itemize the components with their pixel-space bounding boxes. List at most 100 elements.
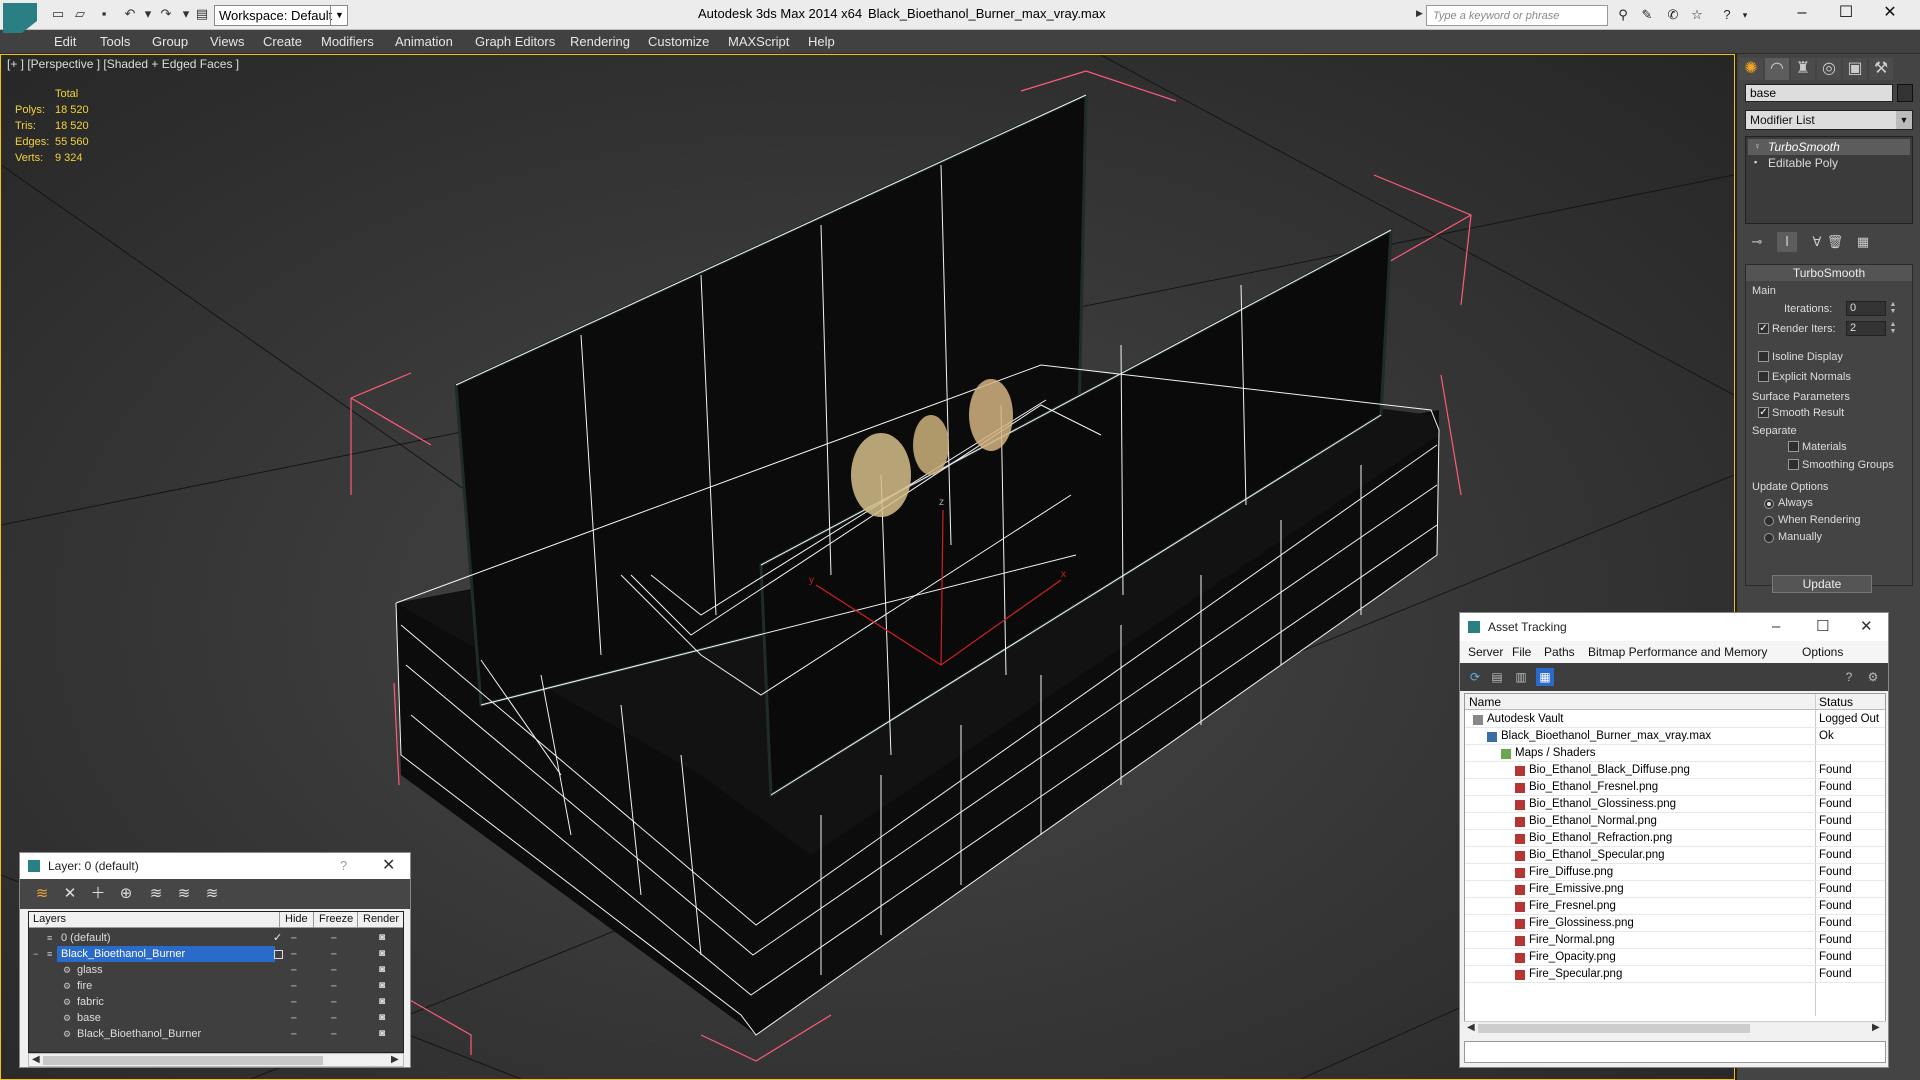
render-toggle-icon[interactable]: ◙ <box>379 962 385 978</box>
render-toggle-icon[interactable]: ◙ <box>379 930 385 946</box>
menu-bitmap-performance[interactable]: Bitmap Performance and Memory <box>1588 645 1767 659</box>
lightbulb-icon[interactable]: ♀ <box>1754 142 1762 151</box>
remove-modifier-icon[interactable]: 🗑 <box>1825 232 1845 252</box>
hide-toggle-icon[interactable]: ━ <box>291 962 296 978</box>
asset-row[interactable]: Fire_Opacity.png Found <box>1465 949 1885 966</box>
freeze-toggle-icon[interactable]: ━ <box>331 962 336 978</box>
when-rendering-radio[interactable] <box>1764 516 1774 526</box>
render-toggle-icon[interactable]: ◙ <box>379 978 385 994</box>
select-in-layer-icon[interactable]: ⊕ <box>116 884 136 904</box>
help-icon[interactable]: ? <box>340 853 347 879</box>
binoculars-icon[interactable]: ⚲ <box>1614 7 1632 23</box>
workspace-select[interactable]: Workspace: Default <box>214 5 348 26</box>
asset-row[interactable]: Bio_Ethanol_Black_Diffuse.png Found <box>1465 762 1885 779</box>
spinner-arrows-icon[interactable]: ▲ ▼ <box>1888 321 1898 336</box>
freeze-toggle-icon[interactable]: ━ <box>331 1010 336 1026</box>
asset-status-field[interactable] <box>1464 1041 1886 1063</box>
configure-sets-icon[interactable]: ▦ <box>1853 232 1873 252</box>
help-icon[interactable]: ? <box>1840 668 1858 686</box>
asset-row[interactable]: Bio_Ethanol_Glossiness.png Found <box>1465 796 1885 813</box>
delete-layer-icon[interactable]: ✕ <box>60 884 80 904</box>
asset-row[interactable]: Black_Bioethanol_Burner_max_vray.max Ok <box>1465 728 1885 745</box>
asset-row[interactable]: Maps / Shaders <box>1465 745 1885 762</box>
communication-icon[interactable]: ✆ <box>1664 7 1682 23</box>
undo-icon[interactable]: ↶ <box>122 7 138 21</box>
layer-row[interactable]: ⚙ fabric ━ ━ ◙ <box>29 994 403 1010</box>
column-name[interactable]: Name <box>1469 695 1501 709</box>
hide-toggle-icon[interactable]: ━ <box>291 930 296 946</box>
asset-row[interactable]: Autodesk Vault Logged Out <box>1465 711 1885 728</box>
hide-toggle-icon[interactable]: ━ <box>291 946 296 962</box>
settings-icon[interactable]: ⚙ <box>1864 668 1882 686</box>
show-end-result-icon[interactable]: Ⅰ <box>1777 232 1797 252</box>
pin-stack-icon[interactable]: ⊸ <box>1747 232 1767 252</box>
isoline-display-checkbox[interactable] <box>1758 351 1769 362</box>
add-to-layer-icon[interactable]: ＋ <box>88 884 108 904</box>
new-file-icon[interactable]: ▭ <box>50 7 66 21</box>
spinner-arrows-icon[interactable]: ▲ ▼ <box>1888 301 1898 316</box>
freeze-all-layers-icon[interactable]: ≋ <box>202 884 222 904</box>
asset-row[interactable]: Fire_Emissive.png Found <box>1465 881 1885 898</box>
help-icon[interactable]: ? <box>1718 7 1736 23</box>
smooth-result-checkbox[interactable]: ✓ <box>1758 407 1769 418</box>
create-layer-icon[interactable]: ≋ <box>32 884 52 904</box>
freeze-toggle-icon[interactable]: ━ <box>331 978 336 994</box>
manually-radio[interactable] <box>1764 533 1774 543</box>
asset-row[interactable]: Bio_Ethanol_Fresnel.png Found <box>1465 779 1885 796</box>
scroll-left-icon[interactable]: ◀ <box>1467 1022 1475 1033</box>
grid-view-icon[interactable]: ▦ <box>1536 668 1554 686</box>
refresh-icon[interactable]: ⟳ <box>1466 668 1484 686</box>
redo-dropdown-icon[interactable]: ▾ <box>178 7 194 21</box>
motion-icon[interactable]: ◎ <box>1817 58 1841 80</box>
close-icon[interactable]: ✕ <box>1860 613 1873 641</box>
render-toggle-icon[interactable]: ◙ <box>379 1026 385 1042</box>
menu-views[interactable]: Views <box>210 34 244 49</box>
menu-group[interactable]: Group <box>152 34 188 49</box>
maximize-icon[interactable]: ☐ <box>1816 613 1829 641</box>
close-icon[interactable]: ✕ <box>1868 2 1912 24</box>
project-folder-icon[interactable]: ▤ <box>194 7 210 21</box>
menu-create[interactable]: Create <box>263 34 302 49</box>
collapse-icon[interactable]: − <box>33 946 38 962</box>
help-dropdown-icon[interactable]: ▾ <box>1736 7 1754 23</box>
asset-row[interactable]: Bio_Ethanol_Specular.png Found <box>1465 847 1885 864</box>
rollout-header[interactable]: TurboSmooth <box>1746 265 1912 281</box>
search-expand-icon[interactable]: ▶ <box>1416 8 1423 19</box>
expand-icon[interactable]: ▪ <box>1754 158 1762 167</box>
asset-row[interactable]: Fire_Normal.png Found <box>1465 932 1885 949</box>
layer-row[interactable]: ⚙ glass ━ ━ ◙ <box>29 962 403 978</box>
favorites-star-icon[interactable]: ☆ <box>1688 7 1706 23</box>
modifier-list-dropdown[interactable]: Modifier List ▼ <box>1745 110 1913 130</box>
freeze-toggle-icon[interactable]: ━ <box>331 994 336 1010</box>
menu-customize[interactable]: Customize <box>648 34 709 49</box>
app-logo-icon[interactable] <box>3 3 37 33</box>
horizontal-scrollbar[interactable]: ◀ ▶ <box>1464 1021 1886 1035</box>
menu-help[interactable]: Help <box>808 34 835 49</box>
menu-server[interactable]: Server <box>1468 645 1503 659</box>
always-radio[interactable] <box>1764 499 1774 509</box>
column-render[interactable]: Render <box>363 913 399 925</box>
chevron-down-icon[interactable]: ▼ <box>1896 111 1912 129</box>
update-button[interactable]: Update <box>1772 575 1872 593</box>
scrollbar-thumb[interactable] <box>1478 1024 1750 1033</box>
utilities-icon[interactable]: ⚒ <box>1869 58 1893 80</box>
horizontal-scrollbar[interactable]: ◀ ▶ <box>28 1053 404 1067</box>
layer-row[interactable]: ⚙ base ━ ━ ◙ <box>29 1010 403 1026</box>
menu-modifiers[interactable]: Modifiers <box>321 34 374 49</box>
menu-options[interactable]: Options <box>1802 645 1843 659</box>
asset-row[interactable]: Fire_Glossiness.png Found <box>1465 915 1885 932</box>
save-icon[interactable]: ▪ <box>96 7 112 21</box>
menu-tools[interactable]: Tools <box>100 34 130 49</box>
undo-dropdown-icon[interactable]: ▾ <box>140 7 156 21</box>
scrollbar-thumb[interactable] <box>43 1056 323 1065</box>
open-file-icon[interactable]: ▱ <box>72 7 88 21</box>
menu-rendering[interactable]: Rendering <box>570 34 630 49</box>
layer-row[interactable]: ≡ 0 (default) ✓ ━ ━ ◙ <box>29 930 403 946</box>
asset-row[interactable]: Fire_Fresnel.png Found <box>1465 898 1885 915</box>
layer-row[interactable]: ⚙ Black_Bioethanol_Burner ━ ━ ◙ <box>29 1026 403 1042</box>
minimize-icon[interactable]: – <box>1780 2 1824 24</box>
hide-toggle-icon[interactable]: ━ <box>291 1010 296 1026</box>
minimize-icon[interactable]: – <box>1772 613 1780 641</box>
viewport-label[interactable]: [+ ] [Perspective ] [Shaded + Edged Face… <box>7 57 239 71</box>
hierarchy-icon[interactable]: ♜ <box>1791 58 1815 80</box>
